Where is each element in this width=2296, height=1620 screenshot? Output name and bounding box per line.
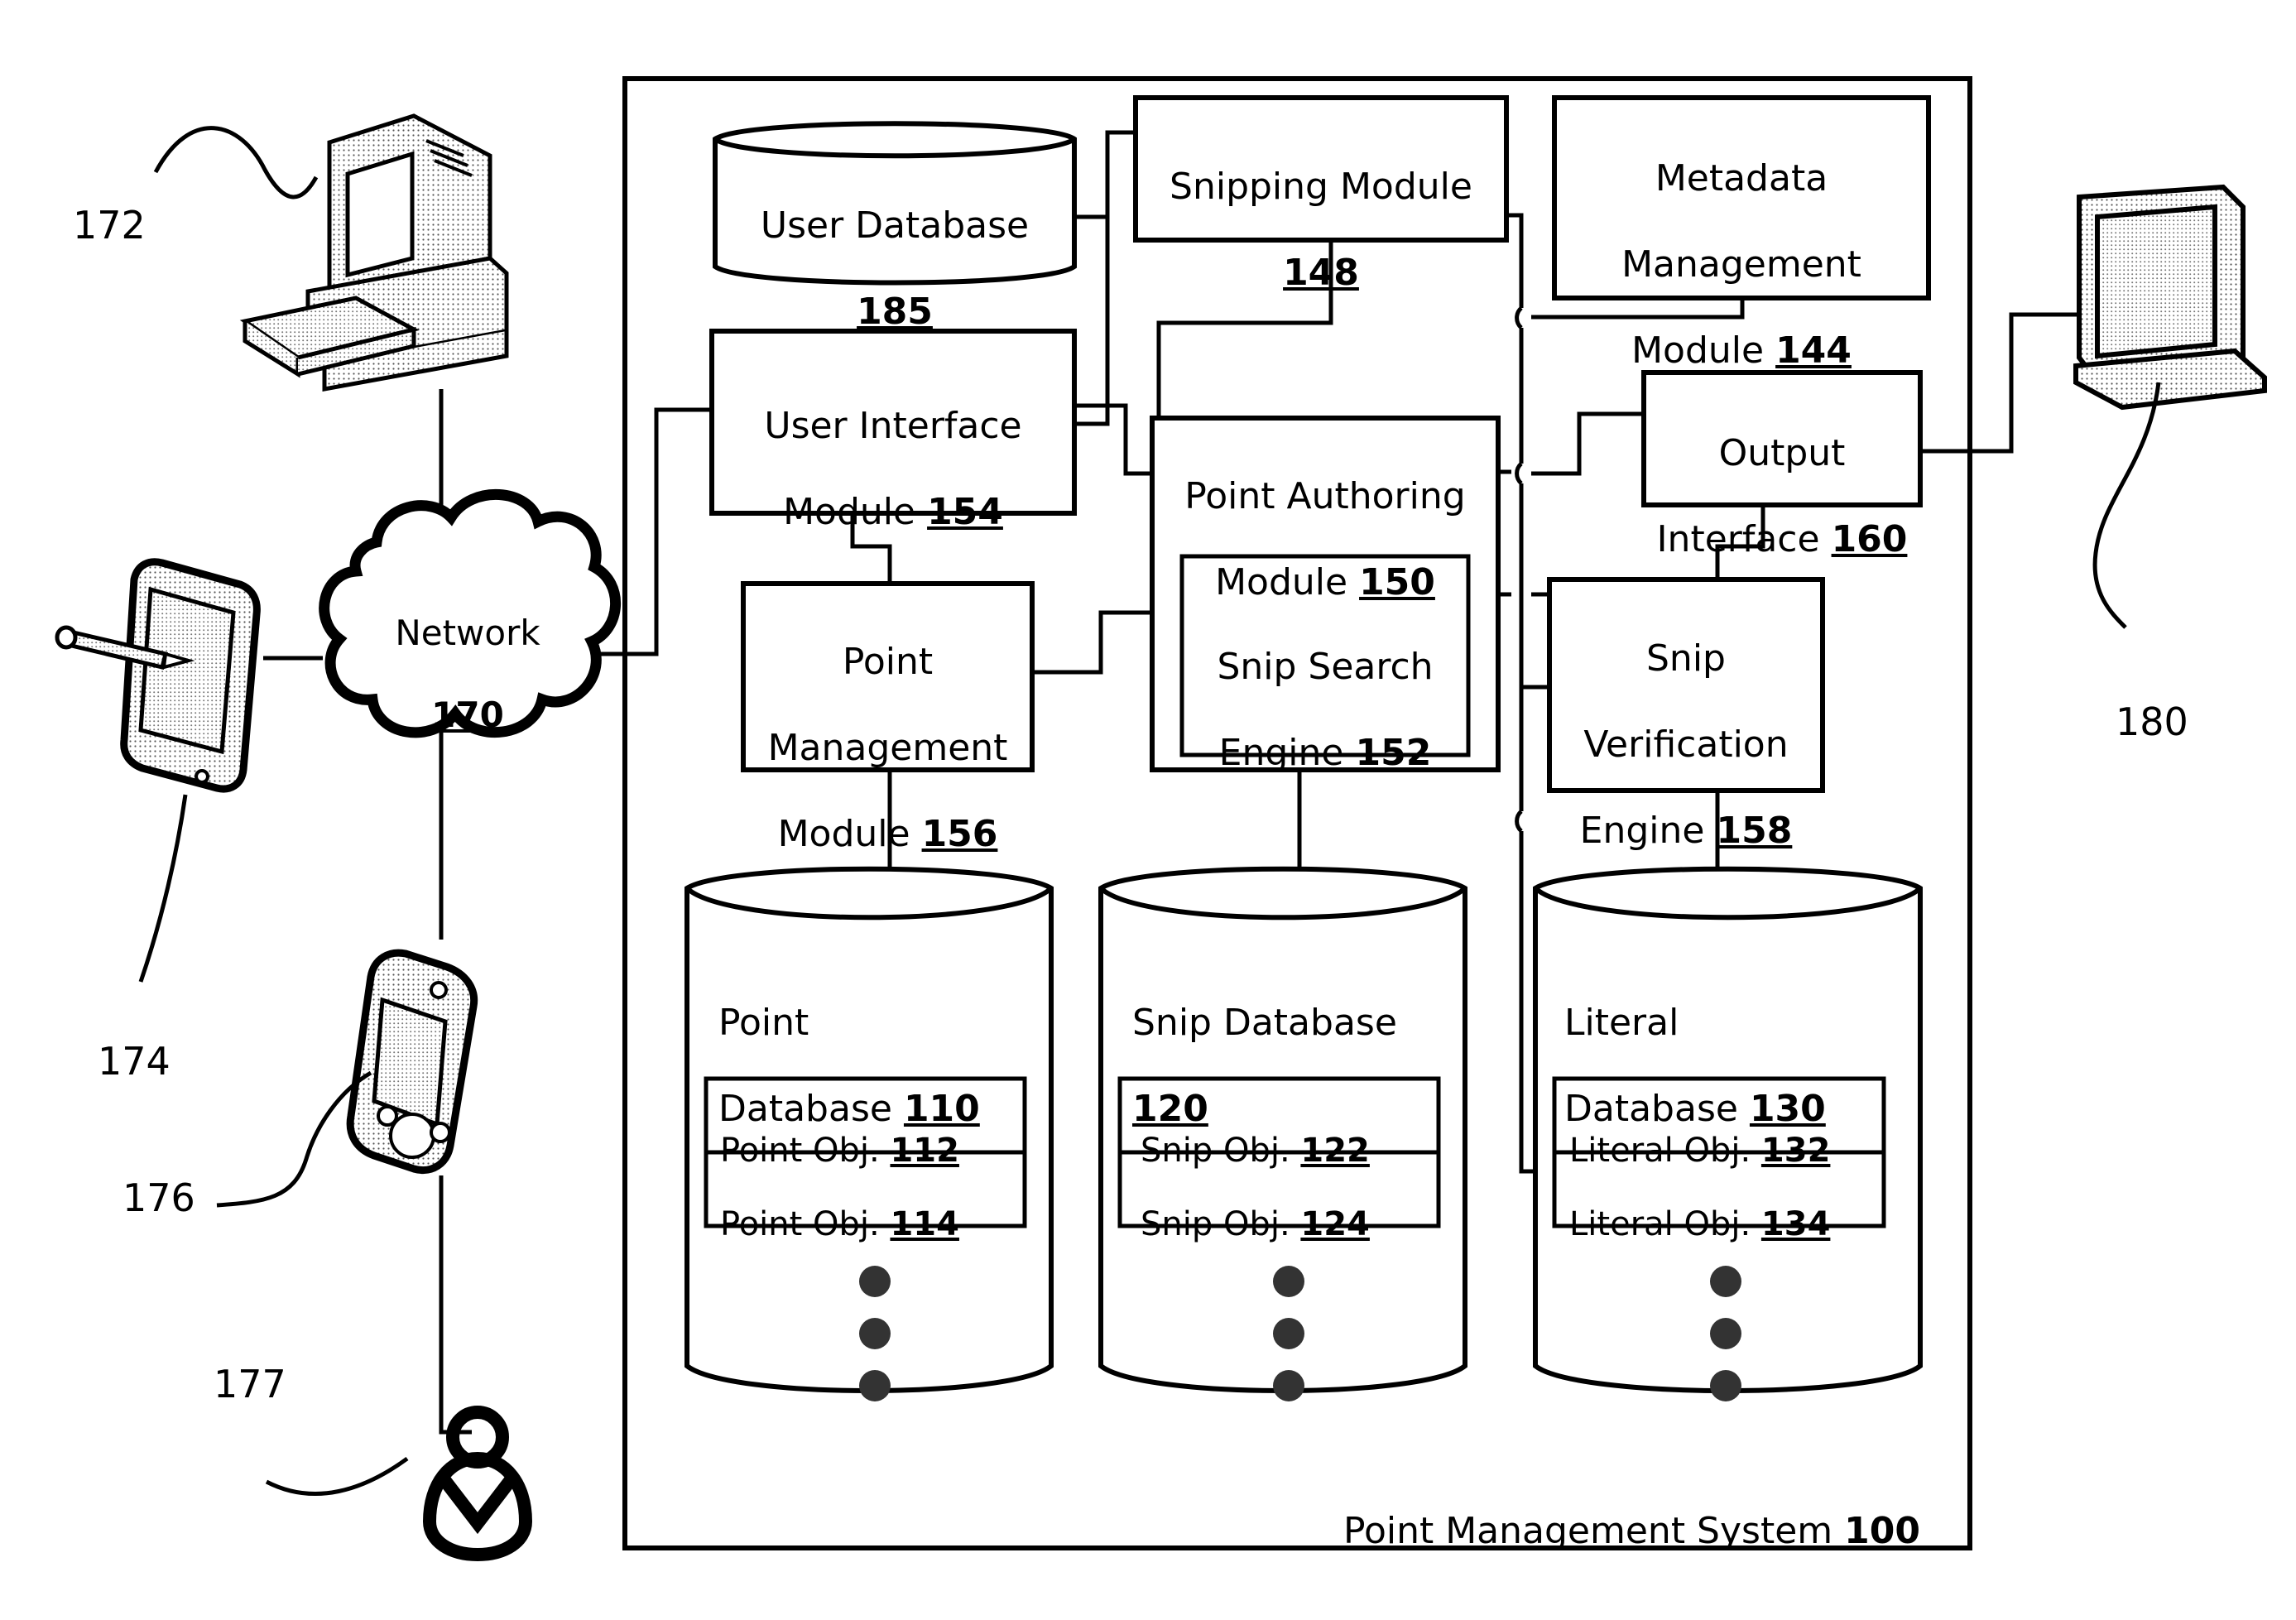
cylinder-snip-database: [1098, 866, 1467, 1393]
box-output-interface: [1641, 370, 1923, 507]
figure-canvas: 172 174 176 177 180 Network 170 User Dat…: [0, 0, 2296, 1620]
ref-176: 176: [122, 1175, 195, 1220]
cylinder-user-database: [713, 121, 1077, 286]
diagram-vector-layer: [55, 76, 2267, 1562]
leader-177: [265, 1456, 409, 1496]
box-snip-verification-engine: [1547, 577, 1825, 793]
tablet-graphic: [55, 558, 261, 793]
ref-172: 172: [73, 203, 146, 248]
leader-174: [138, 794, 188, 983]
leader-176: [216, 1070, 372, 1208]
ref-174: 174: [98, 1039, 171, 1084]
box-point-management-module: [741, 581, 1035, 772]
box-user-interface-module: [709, 329, 1077, 516]
network-cloud: [319, 488, 621, 738]
display-monitor-graphic: [2073, 184, 2267, 411]
desktop-computer-graphic: [239, 113, 509, 392]
cylinder-literal-database: [1533, 866, 1923, 1393]
box-snipping-module: [1133, 95, 1509, 243]
cylinder-point-database: [684, 866, 1054, 1393]
handheld-device-graphic: [346, 949, 478, 1174]
box-metadata-management-module: [1552, 95, 1931, 300]
box-snip-search-engine: [1179, 554, 1471, 757]
ref-180: 180: [2116, 699, 2188, 744]
ref-177: 177: [214, 1362, 286, 1406]
leader-172: [153, 126, 319, 199]
leader-180: [2092, 382, 2161, 629]
